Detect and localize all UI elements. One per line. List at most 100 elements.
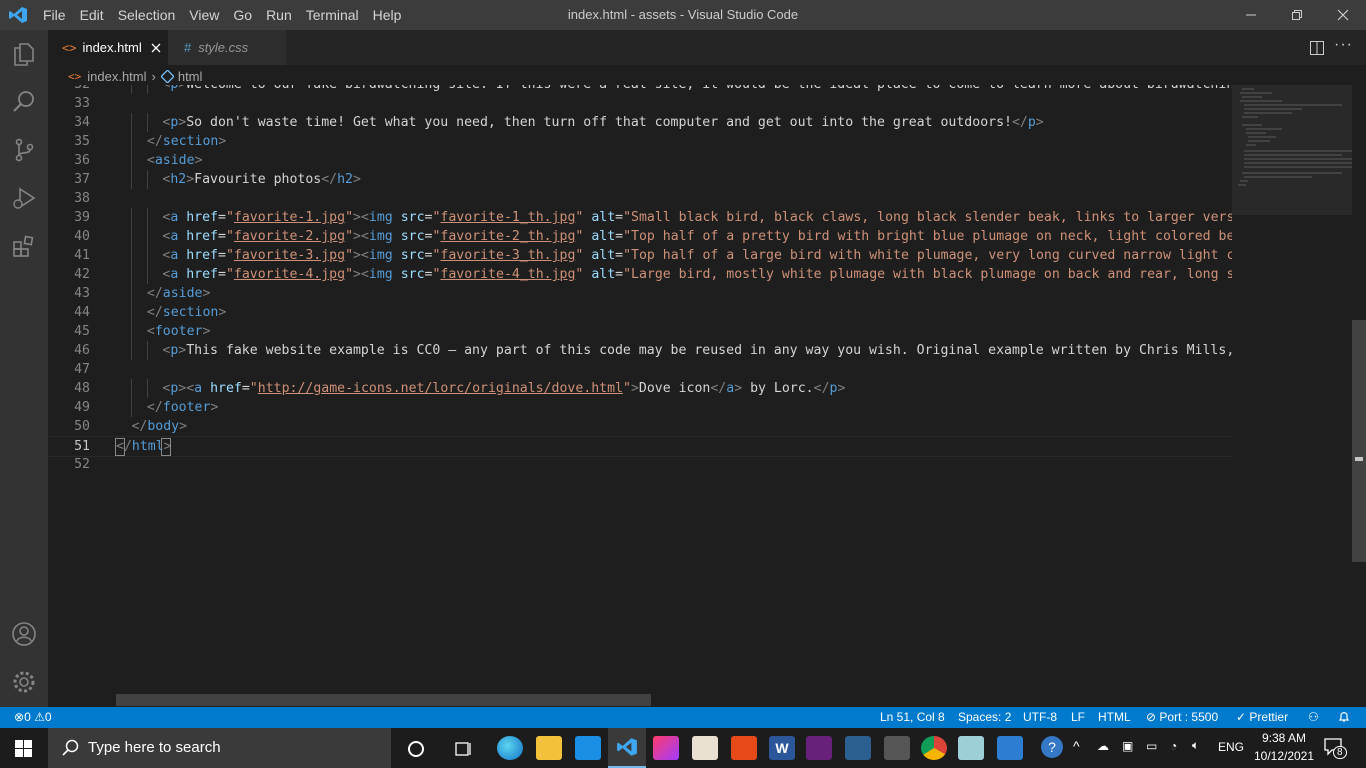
code-token: " — [249, 381, 258, 396]
prettier-status[interactable]: ✓ Prettier — [1236, 707, 1288, 728]
vertical-scrollbar[interactable] — [1352, 320, 1366, 562]
source-control-button[interactable] — [0, 126, 48, 174]
problems-indicator[interactable]: ⊗0 ⚠0 — [14, 707, 52, 728]
extensions-button[interactable] — [0, 222, 48, 270]
file-explorer-icon[interactable] — [536, 736, 562, 760]
code-line[interactable]: 40 <a href="favorite-2.jpg"><img src="fav… — [48, 227, 1232, 246]
no-entry-icon: ⊘ — [1146, 710, 1157, 724]
explorer-button[interactable] — [0, 30, 48, 78]
word-icon[interactable]: W — [769, 736, 795, 760]
chrome-icon[interactable] — [921, 736, 947, 760]
edge-browser-icon[interactable] — [497, 736, 523, 760]
windows-start-icon[interactable] — [15, 740, 32, 757]
code-line[interactable]: 48 <p><a href="http://game-icons.net/lorc… — [48, 379, 1232, 398]
menu-edit[interactable]: Edit — [73, 0, 111, 30]
search-view-button[interactable] — [0, 78, 48, 126]
cursor-position[interactable]: Ln 51, Col 8 — [880, 707, 945, 728]
meet-now-icon[interactable]: ▣ — [1122, 739, 1133, 753]
bell-icon[interactable] — [1338, 707, 1350, 728]
breadcrumb-symbol[interactable]: html — [178, 69, 203, 84]
menu-selection[interactable]: Selection — [111, 0, 183, 30]
end-of-line[interactable]: LF — [1071, 707, 1085, 728]
code-line[interactable]: 36 <aside> — [48, 151, 1232, 170]
live-server-port[interactable]: ⊘ Port : 5500 — [1146, 707, 1218, 728]
minimize-icon — [1246, 14, 1256, 16]
app-s-icon[interactable] — [884, 736, 910, 760]
code-line[interactable]: 43 </aside> — [48, 284, 1232, 303]
horizontal-scrollbar[interactable] — [116, 694, 651, 706]
code-line[interactable]: 37 <h2>Favourite photos</h2> — [48, 170, 1232, 189]
menu-terminal[interactable]: Terminal — [299, 0, 366, 30]
restore-icon — [1292, 10, 1302, 20]
account-icon — [12, 622, 36, 646]
menu-help[interactable]: Help — [366, 0, 409, 30]
code-line[interactable]: 33 — [48, 94, 1232, 113]
code-token: = — [241, 381, 250, 396]
clock[interactable]: 9:38 AM 10/12/2021 — [1252, 731, 1316, 763]
language-mode[interactable]: HTML — [1098, 707, 1131, 728]
notifications-icon[interactable]: 8 — [1324, 738, 1347, 759]
input-language[interactable]: ENG — [1218, 740, 1244, 754]
encoding[interactable]: UTF-8 — [1023, 707, 1057, 728]
vscode-taskbar-button[interactable] — [608, 728, 646, 768]
minimize-button[interactable] — [1228, 0, 1274, 30]
close-window-button[interactable] — [1320, 0, 1366, 30]
code-line[interactable]: 38 — [48, 189, 1232, 208]
creative-cloud-icon[interactable] — [653, 736, 679, 760]
code-line[interactable]: 44 </section> — [48, 303, 1232, 322]
help-icon[interactable]: ? — [1041, 736, 1063, 758]
check-icon: ✓ — [1236, 710, 1247, 724]
code-token: alt — [591, 267, 616, 282]
code-line[interactable]: 34 <p>So don't waste time! Get what you n… — [48, 113, 1232, 132]
calculator-app-icon[interactable] — [997, 736, 1023, 760]
menu-view[interactable]: View — [182, 0, 226, 30]
onedrive-cloud-icon[interactable]: ☁ — [1097, 739, 1109, 753]
code-line[interactable]: 42 <a href="favorite-4.jpg"><img src="fav… — [48, 265, 1232, 284]
volume-icon[interactable]: 🔈︎ — [1192, 738, 1199, 753]
stack-app-icon[interactable] — [692, 736, 718, 760]
code-token: </ — [321, 172, 338, 187]
code-line[interactable]: 45 <footer> — [48, 322, 1232, 341]
office-icon[interactable] — [731, 736, 757, 760]
more-actions-icon[interactable]: ··· — [1334, 36, 1353, 54]
minimap[interactable] — [1232, 85, 1352, 705]
task-view-icon[interactable] — [453, 739, 473, 759]
network-tool-icon[interactable] — [845, 736, 871, 760]
close-tab-icon[interactable] — [151, 43, 161, 53]
indentation[interactable]: Spaces: 2 — [958, 707, 1011, 728]
restore-button[interactable] — [1274, 0, 1320, 30]
code-token: "Small black bird, black claws, long bla… — [623, 210, 1232, 225]
menu-run[interactable]: Run — [259, 0, 299, 30]
code-line[interactable]: 52 — [48, 455, 1232, 474]
code-line[interactable]: 41 <a href="favorite-3.jpg"><img src="fav… — [48, 246, 1232, 265]
menu-file[interactable]: File — [36, 0, 73, 30]
code-line[interactable]: 49 </footer> — [48, 398, 1232, 417]
accounts-button[interactable] — [0, 610, 48, 658]
cortana-icon[interactable] — [406, 739, 426, 759]
code-line[interactable]: 46 <p>This fake website example is CC0 — … — [48, 341, 1232, 360]
code-line[interactable]: 50 </body> — [48, 417, 1232, 436]
feedback-icon[interactable]: ⚇ — [1308, 707, 1319, 728]
code-token: h2 — [170, 172, 187, 187]
notes-app-icon[interactable] — [958, 736, 984, 760]
run-debug-button[interactable] — [0, 174, 48, 222]
taskbar-search-box[interactable]: Type here to search — [48, 728, 391, 768]
code-line[interactable]: 51 </html> — [48, 436, 1232, 457]
code-line[interactable]: 39 <a href="favorite-1.jpg"><img src="fav… — [48, 208, 1232, 227]
code-line[interactable]: 47 — [48, 360, 1232, 379]
code-editor[interactable]: 32<p>Welcome to our fake birdwatching si… — [48, 85, 1232, 705]
split-editor-icon[interactable] — [1310, 41, 1324, 55]
visual-studio-icon[interactable] — [806, 736, 832, 760]
manage-button[interactable] — [0, 658, 48, 706]
battery-icon[interactable]: ▭ — [1146, 739, 1157, 753]
chevron-up-icon[interactable]: ^ — [1073, 738, 1080, 754]
mail-icon[interactable] — [575, 736, 601, 760]
wifi-icon[interactable]: ◔ — [1170, 739, 1177, 753]
menu-go[interactable]: Go — [226, 0, 259, 30]
tab-index-html[interactable]: <> index.html — [48, 30, 168, 65]
breadcrumb-file[interactable]: index.html — [87, 69, 146, 84]
code-line[interactable]: 35 </section> — [48, 132, 1232, 151]
code-line[interactable]: 32 <p>Welcome to our fake birdwatching si… — [48, 85, 1232, 94]
tab-style-css[interactable]: # style.css — [168, 30, 286, 65]
